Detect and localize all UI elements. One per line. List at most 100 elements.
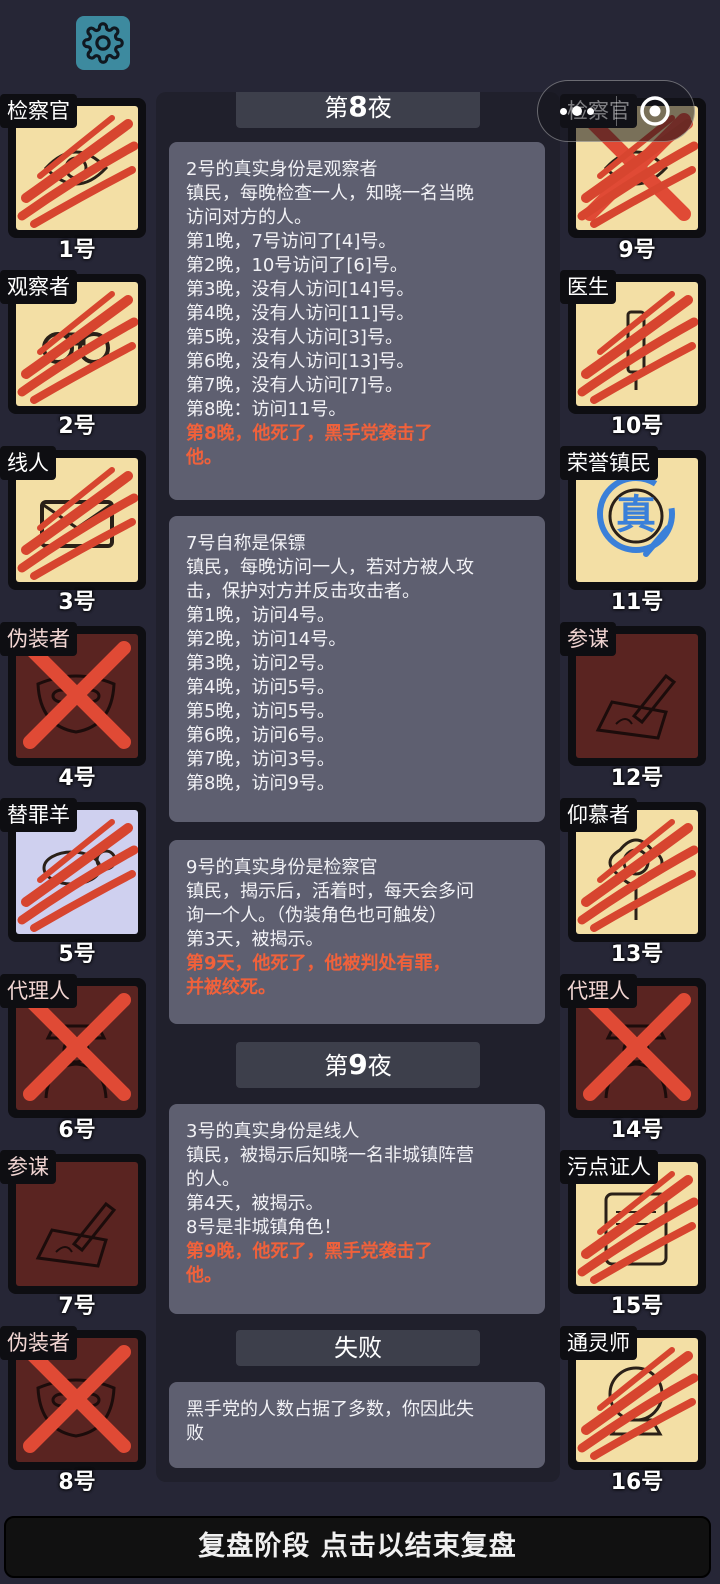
death-note-line: 并被绞死。 <box>186 977 276 998</box>
player-number: 12号 <box>610 766 664 791</box>
log-line: 3号的真实身份是线人 <box>186 1121 360 1142</box>
player-card-15[interactable]: 污点证人 15号 <box>560 1150 706 1319</box>
player-card-13[interactable]: 仰慕者 13号 <box>560 798 706 967</box>
player-card-10[interactable]: 医生 10号 <box>560 270 706 439</box>
night-suffix: 夜 <box>367 1052 392 1080</box>
log-line: 镇民，每晚检查一人，知晓一名当晚 <box>186 183 474 204</box>
player-number: 10号 <box>610 414 664 439</box>
log-line: 第2晚，10号访问了[6]号。 <box>186 255 408 276</box>
log-line: 第4晚，访问5号。 <box>186 677 335 698</box>
role-label: 医生 <box>560 270 616 304</box>
player-number: 8号 <box>58 1470 96 1495</box>
role-label: 伪装者 <box>0 1326 77 1360</box>
seal-text: 真 <box>616 492 656 538</box>
player-number: 13号 <box>610 942 664 967</box>
player-card-1[interactable]: 检察官 1号 <box>0 94 146 263</box>
log-line: 第3天，被揭示。 <box>186 929 324 950</box>
log-entry-player-2: 2号的真实身份是观察者镇民，每晚检查一人，知晓一名当晚 访问对方的人。第1晚，7号… <box>169 142 545 500</box>
player-card-7[interactable]: 参谋 7号 <box>0 1150 146 1319</box>
role-label: 伪装者 <box>0 622 77 656</box>
log-line: 7号自称是保镖 <box>186 533 306 554</box>
log-line: 8号是非城镇角色！ <box>186 1217 342 1238</box>
log-line: 第5晚，没有人访问[3]号。 <box>186 327 403 348</box>
gear-icon <box>82 22 124 64</box>
role-label: 检察官 <box>0 94 77 128</box>
log-line: 第3晚，没有人访问[14]号。 <box>186 279 415 300</box>
role-label: 代理人 <box>560 974 637 1008</box>
log-line: 第3晚，访问2号。 <box>186 653 335 674</box>
night-number: 9 <box>348 1048 368 1081</box>
log-line: 2号的真实身份是观察者 <box>186 159 378 180</box>
role-label: 线人 <box>0 446 56 480</box>
player-card-2[interactable]: 观察者 2号 <box>0 270 146 439</box>
log-line: 镇民，每晚访问一人，若对方被人攻 <box>186 557 474 578</box>
log-line: 击，保护对方并反击攻击者。 <box>186 581 420 602</box>
role-label: 参谋 <box>560 622 616 656</box>
night-number: 8 <box>348 92 368 123</box>
player-number: 3号 <box>58 590 96 615</box>
log-entry-player-3: 3号的真实身份是线人镇民，被揭示后知晓一名非城镇阵营 的人。第4天，被揭示。 8号是… <box>169 1104 545 1314</box>
role-label: 荣誉镇民 <box>560 446 658 480</box>
player-number: 6号 <box>58 1118 96 1143</box>
player-card-12[interactable]: 参谋 12号 <box>560 622 706 791</box>
log-line: 第6晚，没有人访问[13]号。 <box>186 351 415 372</box>
log-line: 第4天，被揭示。 <box>186 1193 324 1214</box>
log-line: 镇民，揭示后，活着时，每天会多问 <box>186 881 474 902</box>
log-line: 镇民，被揭示后知晓一名非城镇阵营 <box>186 1145 474 1166</box>
player-card-8[interactable]: 伪装者 8号 <box>0 1326 146 1495</box>
player-number: 5号 <box>58 942 96 967</box>
log-line: 第8晚：访问11号。 <box>186 399 347 420</box>
player-card-3[interactable]: 线人 3号 <box>0 446 146 615</box>
settings-button[interactable] <box>76 16 130 70</box>
log-line: 黑手党的人数占据了多数，你因此失 <box>186 1399 474 1420</box>
result-label: 失败 <box>334 1334 382 1362</box>
more-dots-icon[interactable] <box>538 106 616 116</box>
death-note-line: 第9晚，他死了，黑手党袭击了 <box>186 1241 433 1262</box>
log-line: 的人。 <box>186 1169 240 1190</box>
player-number: 7号 <box>58 1294 96 1319</box>
night-prefix: 第 <box>324 1052 349 1080</box>
log-line: 第4晚，没有人访问[11]号。 <box>186 303 415 324</box>
log-entry-player-7: 7号自称是保镖镇民，每晚访问一人，若对方被人攻 击，保护对方并反击攻击者。 第1晚，… <box>169 516 545 822</box>
log-line: 询一个人。（伪装角色也可触发） <box>186 905 447 926</box>
player-number: 11号 <box>610 590 664 615</box>
death-note-line: 他。 <box>186 1265 222 1286</box>
player-card-14[interactable]: 代理人 14号 <box>560 974 706 1143</box>
log-entry-player-9: 9号的真实身份是检察官镇民，揭示后，活着时，每天会多问 询一个人。（伪装角色也可触… <box>169 840 545 1024</box>
death-note-line: 他。 <box>186 447 222 468</box>
player-number: 9号 <box>618 238 656 263</box>
player-number: 2号 <box>58 414 96 439</box>
log-entry-result: 黑手党的人数占据了多数，你因此失败 <box>169 1382 545 1468</box>
player-card-5[interactable]: 替罪羊 5号 <box>0 798 146 967</box>
death-note-line: 第9天，他死了，他被判处有罪， <box>186 953 451 974</box>
player-number: 16号 <box>610 1470 664 1495</box>
log-line: 第5晚，访问5号。 <box>186 701 335 722</box>
night-9-header: 第9夜 <box>236 1042 480 1088</box>
night-prefix: 第 <box>324 94 349 122</box>
player-number: 4号 <box>58 766 96 791</box>
log-line: 败 <box>186 1423 204 1444</box>
end-review-button[interactable]: 复盘阶段 点击以结束复盘 <box>4 1516 711 1578</box>
log-line: 9号的真实身份是检察官 <box>186 857 378 878</box>
log-line: 第1晚，访问4号。 <box>186 605 335 626</box>
review-log-panel[interactable]: 第8夜 2号的真实身份是观察者 镇民，每晚检查一人，知晓一名当晚 访问对方的人。 第1… <box>156 92 560 1482</box>
log-line: 第7晚，没有人访问[7]号。 <box>186 375 403 396</box>
record-close-icon[interactable] <box>617 94 694 128</box>
role-label: 参谋 <box>0 1150 56 1184</box>
player-number: 14号 <box>610 1118 664 1143</box>
role-label: 替罪羊 <box>0 798 77 832</box>
player-number: 15号 <box>610 1294 664 1319</box>
player-card-16[interactable]: 通灵师 16号 <box>560 1326 706 1495</box>
death-note-line: 第8晚，他死了，黑手党袭击了 <box>186 423 433 444</box>
player-card-6[interactable]: 代理人 6号 <box>0 974 146 1143</box>
role-label: 通灵师 <box>560 1326 637 1360</box>
log-line: 第1晚，7号访问了[4]号。 <box>186 231 397 252</box>
role-label: 观察者 <box>0 270 77 304</box>
role-label: 仰慕者 <box>560 798 637 832</box>
log-line: 访问对方的人。 <box>186 207 312 228</box>
log-line: 第6晚，访问6号。 <box>186 725 335 746</box>
player-card-11[interactable]: 真 荣誉镇民 11号 <box>560 446 706 615</box>
result-header: 失败 <box>236 1330 480 1366</box>
player-card-4[interactable]: 伪装者 4号 <box>0 622 146 791</box>
player-number: 1号 <box>58 238 96 263</box>
